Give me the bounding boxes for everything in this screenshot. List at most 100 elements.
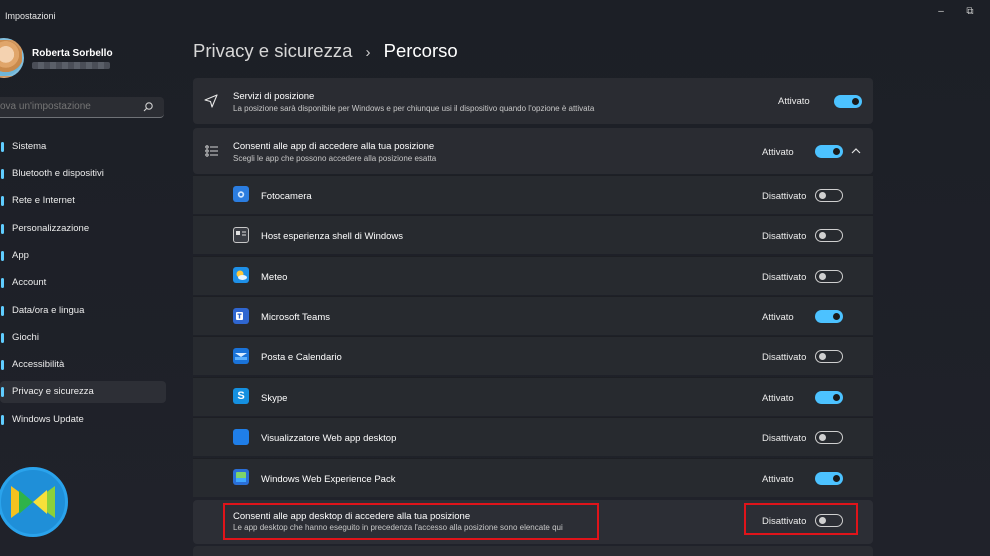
- app-row-mail-calendar: Posta e Calendario Disattivato: [193, 336, 873, 375]
- app-name: Microsoft Teams: [261, 312, 330, 323]
- sidebar-item-label: Accessibilità: [12, 359, 65, 370]
- app-row-web-experience: Windows Web Experience Pack Attivato: [193, 458, 873, 497]
- sidebar-item-label: Bluetooth e dispositivi: [12, 168, 104, 179]
- user-name: Roberta Sorbello: [32, 48, 113, 59]
- app-row-web-viewer: Visualizzatore Web app desktop Disattiva…: [193, 417, 873, 456]
- app-toggle[interactable]: [815, 189, 843, 202]
- account-icon: [1, 278, 4, 288]
- app-toggle[interactable]: [815, 350, 843, 363]
- sidebar-item-label: App: [12, 250, 29, 261]
- brush-icon: [1, 224, 4, 234]
- sidebar-item-label: Privacy e sicurezza: [12, 386, 94, 397]
- breadcrumb: Privacy e sicurezza › Percorso: [193, 40, 458, 62]
- page-title: Percorso: [383, 40, 458, 61]
- bluetooth-icon: [1, 169, 4, 179]
- weather-icon: [233, 267, 249, 283]
- app-row-meteo: Meteo Disattivato: [193, 256, 873, 295]
- location-services-card: Servizi di posizione La posizione sarà d…: [193, 78, 873, 124]
- breadcrumb-separator: ›: [365, 44, 371, 61]
- app-toggle[interactable]: [815, 270, 843, 283]
- search-input[interactable]: [0, 101, 130, 112]
- app-name: Host esperienza shell di Windows: [261, 231, 404, 242]
- mail-calendar-icon: [233, 348, 249, 364]
- app-access-card[interactable]: Consenti alle app di accedere alla tua p…: [193, 128, 873, 174]
- window-title: Impostazioni: [5, 11, 56, 21]
- app-status: Disattivato: [762, 231, 807, 242]
- app-access-status: Attivato: [762, 147, 794, 158]
- sidebar-item-label: Data/ora e lingua: [12, 305, 85, 316]
- app-name: Posta e Calendario: [261, 352, 342, 363]
- sidebar-item-apps[interactable]: App: [0, 245, 166, 267]
- sidebar-item-sistema[interactable]: Sistema: [0, 136, 166, 158]
- list-icon: [205, 145, 218, 157]
- app-status: Disattivato: [762, 272, 807, 283]
- highlight-box-desktop-toggle: [744, 503, 858, 535]
- teams-icon: [233, 308, 249, 324]
- location-services-subtitle: La posizione sarà disponibile per Window…: [233, 104, 595, 113]
- sidebar-item-time-language[interactable]: Data/ora e lingua: [0, 300, 166, 322]
- app-toggle[interactable]: [815, 391, 843, 404]
- restore-button[interactable]: ⧉: [963, 5, 977, 19]
- sidebar-item-label: Giochi: [12, 332, 39, 343]
- app-access-title: Consenti alle app di accedere alla tua p…: [233, 141, 435, 152]
- app-status: Disattivato: [762, 191, 807, 202]
- app-toggle[interactable]: [815, 229, 843, 242]
- sidebar-item-label: Account: [12, 277, 47, 288]
- sidebar-item-label: Rete e Internet: [12, 195, 75, 206]
- app-status: Attivato: [762, 393, 794, 404]
- app-row-skype: Skype Attivato: [193, 377, 873, 416]
- location-arrow-icon: [204, 94, 218, 108]
- app-row-fotocamera: Fotocamera Disattivato: [193, 175, 873, 214]
- sidebar-item-network[interactable]: Rete e Internet: [0, 190, 166, 212]
- app-row-teams: Microsoft Teams Attivato: [193, 296, 873, 335]
- sidebar-item-label: Sistema: [12, 141, 47, 152]
- app-name: Meteo: [261, 272, 288, 283]
- user-email-redacted: [32, 62, 110, 69]
- app-row-shell-host: Host esperienza shell di Windows Disatti…: [193, 215, 873, 254]
- update-icon: [1, 415, 4, 425]
- app-status: Attivato: [762, 474, 794, 485]
- highlight-box-desktop-title: [223, 503, 599, 540]
- app-status: Attivato: [762, 312, 794, 323]
- avatar[interactable]: [0, 38, 24, 78]
- accessibility-icon: [1, 360, 4, 370]
- sidebar-item-windows-update[interactable]: Windows Update: [0, 409, 166, 431]
- camera-icon: [233, 186, 249, 202]
- sidebar-item-accessibility[interactable]: Accessibilità: [0, 354, 166, 376]
- location-services-status: Attivato: [778, 96, 810, 107]
- search-box[interactable]: [0, 97, 164, 118]
- shell-host-icon: [233, 227, 249, 243]
- breadcrumb-parent[interactable]: Privacy e sicurezza: [193, 40, 352, 61]
- sidebar-item-gaming[interactable]: Giochi: [0, 327, 166, 349]
- gamepad-icon: [1, 333, 4, 343]
- app-access-toggle[interactable]: [815, 145, 843, 158]
- web-viewer-icon: [233, 429, 249, 445]
- channel-logo: [0, 467, 68, 537]
- minimize-button[interactable]: –: [934, 5, 948, 19]
- system-icon: [1, 142, 4, 152]
- location-services-toggle[interactable]: [834, 95, 862, 108]
- app-access-subtitle: Scegli le app che possono accedere alla …: [233, 154, 437, 163]
- sidebar-item-bluetooth[interactable]: Bluetooth e dispositivi: [0, 163, 166, 185]
- title-bar: Impostazioni – ⧉: [0, 0, 990, 32]
- sidebar-item-accounts[interactable]: Account: [0, 272, 166, 294]
- app-name: Fotocamera: [261, 191, 312, 202]
- shield-icon: [1, 387, 4, 397]
- chevron-up-icon[interactable]: [851, 147, 861, 155]
- app-name: Skype: [261, 393, 288, 404]
- sidebar-item-label: Personalizzazione: [12, 223, 90, 234]
- search-icon[interactable]: [142, 101, 154, 113]
- sidebar-item-personalization[interactable]: Personalizzazione: [0, 218, 166, 240]
- next-card-edge: [193, 546, 873, 556]
- apps-icon: [1, 251, 4, 261]
- app-status: Disattivato: [762, 352, 807, 363]
- sidebar-item-label: Windows Update: [12, 414, 84, 425]
- network-icon: [1, 196, 4, 206]
- sidebar-item-privacy[interactable]: Privacy e sicurezza: [0, 381, 166, 403]
- app-toggle[interactable]: [815, 310, 843, 323]
- app-name: Windows Web Experience Pack: [261, 474, 396, 485]
- app-toggle[interactable]: [815, 472, 843, 485]
- location-services-title: Servizi di posizione: [233, 91, 315, 102]
- app-toggle[interactable]: [815, 431, 843, 444]
- app-status: Disattivato: [762, 433, 807, 444]
